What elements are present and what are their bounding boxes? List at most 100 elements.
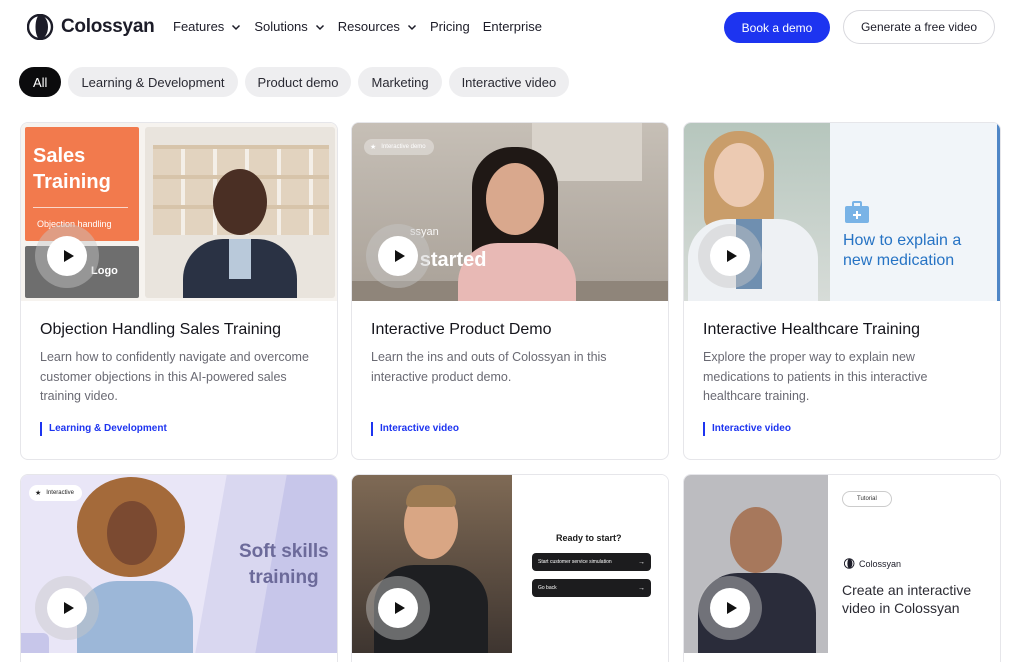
divider bbox=[33, 207, 128, 208]
go-back-option-button[interactable]: Go back → bbox=[532, 579, 651, 597]
book-demo-button[interactable]: Book a demo bbox=[724, 12, 830, 43]
card-title[interactable]: Objection Handling Sales Training bbox=[40, 321, 318, 339]
card-body: Objection Handling Sales Training Learn … bbox=[21, 301, 337, 436]
star-icon: ★ bbox=[370, 144, 377, 151]
video-card[interactable]: Tutorial Colossyan Create an interactive… bbox=[683, 474, 1001, 662]
menu-resources-label: Resources bbox=[337, 19, 400, 34]
play-circle bbox=[47, 236, 87, 276]
shirt-collar bbox=[229, 239, 251, 279]
filter-learning-development[interactable]: Learning & Development bbox=[68, 67, 238, 97]
play-circle bbox=[378, 236, 418, 276]
play-circle bbox=[710, 588, 750, 628]
video-thumbnail[interactable]: ★ Interactive Soft skills training bbox=[21, 475, 337, 653]
play-icon bbox=[394, 250, 405, 262]
office-background bbox=[145, 127, 335, 298]
main-menu: Features Solutions Resources Pricing Ent… bbox=[173, 19, 555, 34]
video-card[interactable]: ★ Interactive Soft skills training bbox=[20, 474, 338, 662]
play-circle bbox=[710, 236, 750, 276]
menu-resources[interactable]: Resources bbox=[338, 19, 417, 34]
play-button[interactable] bbox=[35, 224, 99, 288]
menu-solutions[interactable]: Solutions bbox=[254, 19, 324, 34]
card-body: Interactive Product Demo Learn the ins a… bbox=[352, 301, 668, 436]
play-button[interactable] bbox=[366, 576, 430, 640]
badge-label: Interactive bbox=[46, 490, 74, 496]
star-icon: ★ bbox=[35, 490, 42, 497]
video-thumbnail[interactable]: ★ Interactive demo ssyan g started bbox=[352, 123, 668, 301]
interactive-badge: ★ Interactive bbox=[29, 485, 82, 501]
video-card[interactable]: How to explain a new medication Interact… bbox=[683, 122, 1001, 460]
video-thumbnail[interactable]: Sales Training Objection handling Logo bbox=[21, 123, 337, 301]
filter-all[interactable]: All bbox=[19, 67, 62, 97]
panel-edge bbox=[997, 123, 1000, 301]
chevron-down-icon bbox=[315, 24, 324, 30]
thumb-heading: Create an interactive video in Colossyan bbox=[842, 582, 972, 616]
category-filters: All Learning & Development Product demo … bbox=[19, 67, 576, 97]
presenter-head bbox=[730, 507, 782, 573]
brand-text: Colossyan bbox=[859, 558, 902, 569]
play-button[interactable] bbox=[698, 224, 762, 288]
presenter-hair bbox=[406, 485, 456, 507]
video-thumbnail[interactable]: Tutorial Colossyan Create an interactive… bbox=[684, 475, 1000, 653]
video-card[interactable]: Ready to start? Start customer service s… bbox=[351, 474, 669, 662]
play-icon bbox=[726, 250, 737, 262]
video-card[interactable]: ★ Interactive demo ssyan g started Inter… bbox=[351, 122, 669, 460]
generate-free-video-button[interactable]: Generate a free video bbox=[843, 10, 995, 44]
option-label: Go back bbox=[538, 585, 557, 591]
card-body: Interactive Healthcare Training Explore … bbox=[684, 301, 1000, 436]
filter-interactive-video[interactable]: Interactive video bbox=[448, 67, 570, 97]
badge-label: Tutorial bbox=[857, 496, 877, 502]
simulation-option-button[interactable]: Start customer service simulation → bbox=[532, 553, 651, 571]
thumb-heading: Soft skills bbox=[239, 541, 329, 562]
play-icon bbox=[394, 602, 405, 614]
presenter-head bbox=[486, 163, 544, 235]
play-button[interactable] bbox=[35, 576, 99, 640]
thumb-heading-line2: training bbox=[249, 567, 319, 588]
video-card[interactable]: Sales Training Objection handling Logo O… bbox=[20, 122, 338, 460]
thumb-heading-line2: Training bbox=[33, 171, 111, 193]
menu-enterprise-label: Enterprise bbox=[482, 19, 542, 34]
presenter-head bbox=[714, 143, 764, 207]
thumb-heading: How to explain a new medication bbox=[843, 232, 962, 269]
card-description: Learn how to confidently navigate and ov… bbox=[40, 350, 309, 403]
play-button[interactable] bbox=[366, 224, 430, 288]
presenter-head bbox=[213, 169, 267, 235]
menu-pricing-label: Pricing bbox=[429, 19, 470, 34]
card-category-tag[interactable]: Interactive video bbox=[371, 422, 649, 436]
interactive-demo-badge: ★ Interactive demo bbox=[364, 139, 434, 155]
card-category-tag[interactable]: Learning & Development bbox=[40, 422, 318, 436]
logo-text: Colossyan bbox=[61, 16, 155, 37]
menu-features-label: Features bbox=[173, 19, 225, 34]
presenter-head bbox=[107, 501, 157, 565]
video-thumbnail[interactable]: Ready to start? Start customer service s… bbox=[352, 475, 668, 653]
colossyan-logo[interactable]: Colossyan bbox=[27, 14, 155, 40]
card-title[interactable]: Interactive Product Demo bbox=[371, 321, 649, 339]
arrow-right-icon: → bbox=[638, 584, 645, 592]
menu-features[interactable]: Features bbox=[173, 19, 241, 34]
play-button[interactable] bbox=[698, 576, 762, 640]
menu-enterprise[interactable]: Enterprise bbox=[483, 19, 542, 34]
corner-shape bbox=[21, 633, 49, 653]
play-circle bbox=[378, 588, 418, 628]
play-icon bbox=[726, 602, 737, 614]
filter-product-demo[interactable]: Product demo bbox=[244, 67, 352, 97]
card-title[interactable]: Interactive Healthcare Training bbox=[703, 321, 981, 339]
thumb-heading: Sales bbox=[33, 145, 86, 167]
thumb-heading: Ready to start? bbox=[556, 533, 622, 543]
colossyan-logo-icon bbox=[844, 558, 855, 569]
arrow-right-icon: → bbox=[638, 558, 645, 566]
play-circle bbox=[47, 588, 87, 628]
filter-marketing[interactable]: Marketing bbox=[358, 67, 442, 97]
sales-title-panel: Sales Training Objection handling bbox=[25, 127, 139, 241]
card-description: Explore the proper way to explain new me… bbox=[703, 350, 928, 403]
option-label: Start customer service simulation bbox=[538, 559, 612, 565]
colossyan-logo-icon bbox=[27, 14, 54, 40]
menu-solutions-label: Solutions bbox=[254, 19, 308, 34]
badge-label: Interactive demo bbox=[381, 144, 426, 150]
play-icon bbox=[63, 250, 74, 262]
card-category-tag[interactable]: Interactive video bbox=[703, 422, 981, 436]
menu-pricing[interactable]: Pricing bbox=[430, 19, 470, 34]
video-thumbnail[interactable]: How to explain a new medication bbox=[684, 123, 1000, 301]
colossyan-brand: Colossyan bbox=[844, 558, 901, 569]
tutorial-badge: Tutorial bbox=[842, 491, 892, 507]
card-description: Learn the ins and outs of Colossyan in t… bbox=[371, 350, 607, 384]
